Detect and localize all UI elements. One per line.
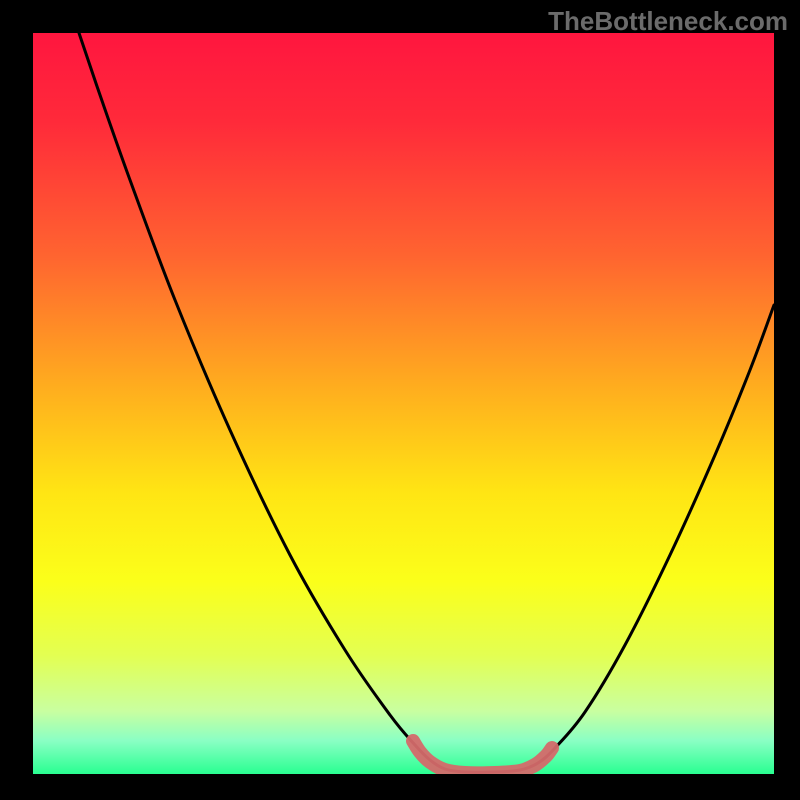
bottleneck-chart xyxy=(0,0,800,800)
attribution-label: TheBottleneck.com xyxy=(548,6,788,37)
chart-frame: TheBottleneck.com xyxy=(0,0,800,800)
plot-background xyxy=(33,33,774,774)
